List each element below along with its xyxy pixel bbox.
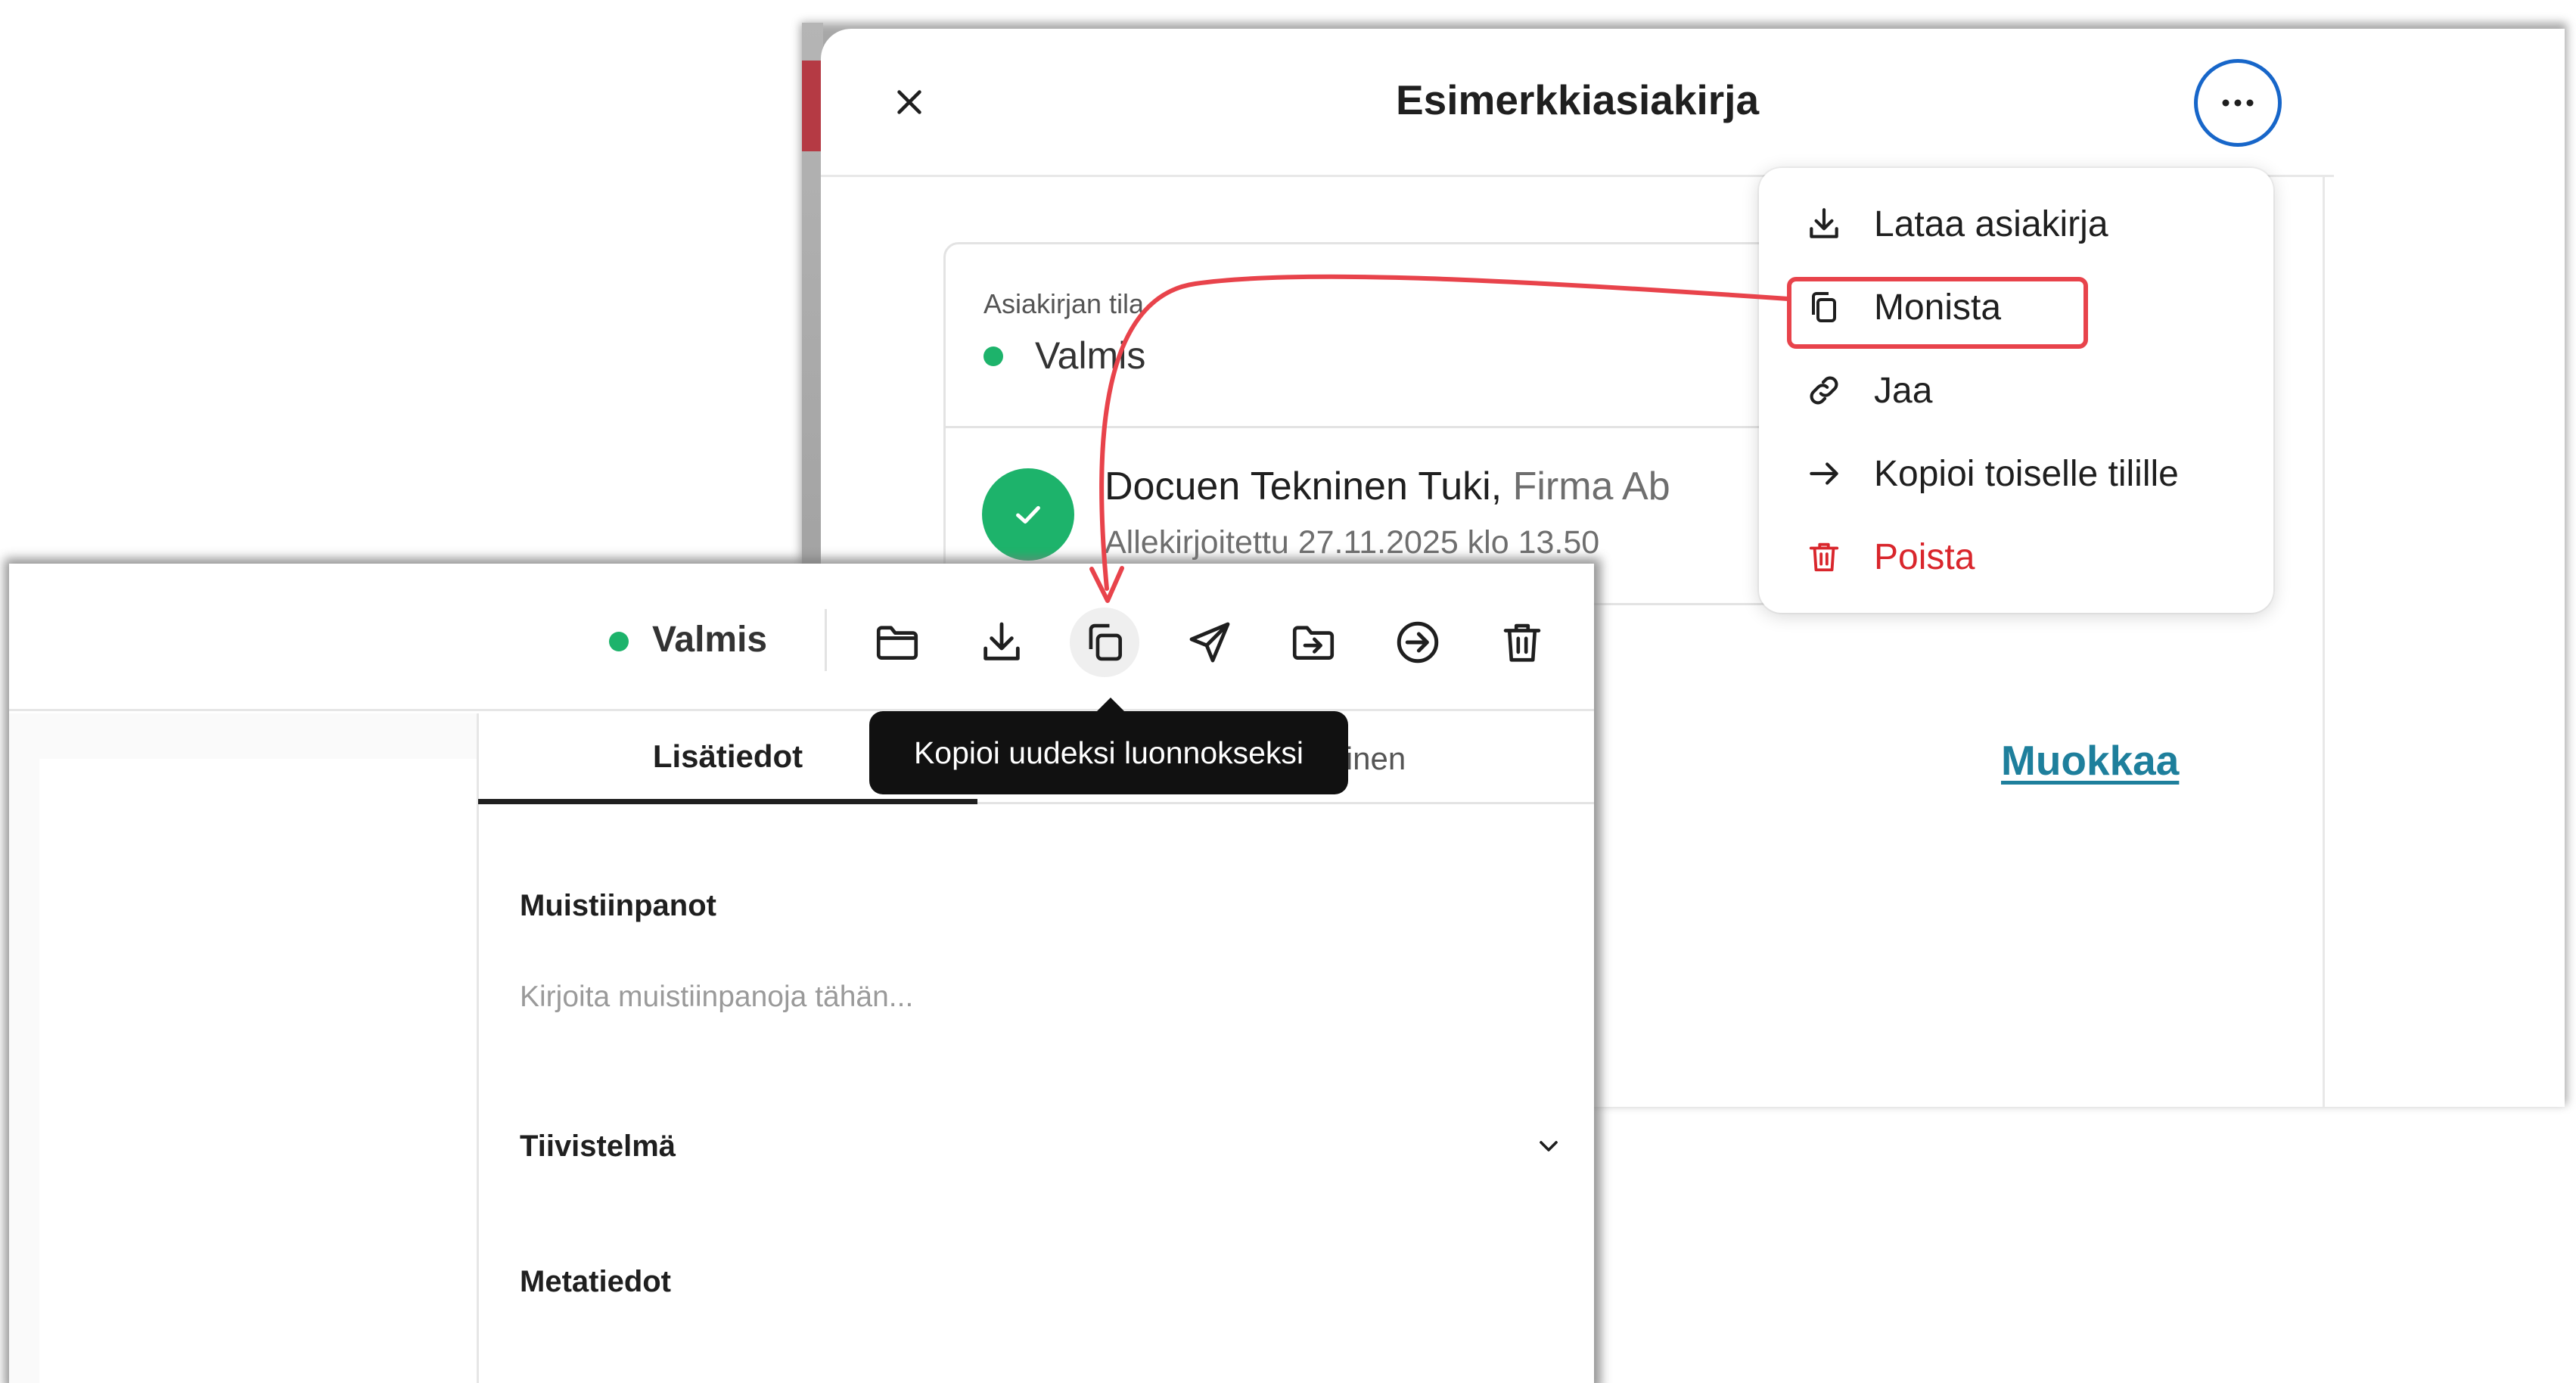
send-icon xyxy=(1189,622,1230,663)
trash-icon xyxy=(1503,623,1541,662)
menu-item-delete[interactable]: Poista xyxy=(1759,519,2273,595)
modal-title: Esimerkkiasiakirja xyxy=(1395,76,1760,123)
summary-title[interactable]: Tiivistelmä xyxy=(520,1130,676,1164)
menu-item-label: Jaa xyxy=(1874,370,1933,411)
menu-item-label: Kopioi toiselle tilille xyxy=(1874,453,2179,494)
signed-check-badge xyxy=(982,468,1074,561)
modal-column-divider xyxy=(2323,177,2325,1107)
signed-timestamp: Allekirjoitettu 27.11.2025 klo 13.50 xyxy=(1105,524,1600,561)
arrow-right-icon xyxy=(1803,452,1845,495)
signer-person: Docuen Tekninen Tuki, xyxy=(1105,465,1502,508)
background-page-sliver xyxy=(802,23,823,567)
menu-item-share[interactable]: Jaa xyxy=(1759,353,2273,428)
menu-item-label: Poista xyxy=(1874,536,1975,577)
trash-icon xyxy=(1803,536,1845,578)
summary-expand-button[interactable] xyxy=(1530,1127,1568,1165)
toolbar-separator xyxy=(825,609,827,671)
more-dots-icon xyxy=(2222,99,2254,107)
link-icon xyxy=(1803,369,1845,412)
check-icon xyxy=(1016,505,1040,524)
status-value: Valmis xyxy=(1035,334,1146,377)
status-dot xyxy=(609,632,629,651)
panel-divider xyxy=(477,713,479,1383)
copy-as-draft-button[interactable] xyxy=(1070,608,1139,677)
duplicate-icon xyxy=(1089,623,1122,661)
document-status-card: Asiakirjan tila Valmis Docuen Tekninen T… xyxy=(943,242,1776,605)
card-divider xyxy=(946,426,1773,428)
tooltip-arrow xyxy=(1095,698,1126,713)
download-button[interactable] xyxy=(967,608,1036,677)
chevron-down-icon xyxy=(1540,1141,1558,1151)
status-dot xyxy=(983,347,1003,366)
notes-input[interactable] xyxy=(520,971,1503,1024)
copy-to-account-button[interactable] xyxy=(1383,608,1453,677)
edit-link[interactable]: Muokkaa xyxy=(2001,736,2179,785)
move-button[interactable] xyxy=(1279,608,1348,677)
menu-item-download[interactable]: Lataa asiakirja xyxy=(1759,186,2273,262)
folder-icon xyxy=(876,626,918,660)
more-options-button[interactable] xyxy=(2194,59,2282,147)
annotation-highlight-box xyxy=(1787,277,2088,349)
metadata-title: Metatiedot xyxy=(520,1265,671,1298)
arrow-circle-right-icon xyxy=(1397,621,1439,664)
copy-as-draft-tooltip: Kopioi uudeksi luonnokseksi xyxy=(869,711,1348,794)
signer-name: Docuen Tekninen Tuki, Firma Ab xyxy=(1105,464,1670,509)
toolbar-status: Valmis xyxy=(652,620,768,660)
move-to-folder-button[interactable] xyxy=(862,608,932,677)
signer-company: Firma Ab xyxy=(1512,465,1670,508)
menu-item-label: Lataa asiakirja xyxy=(1874,204,2108,244)
notes-title: Muistiinpanot xyxy=(520,889,716,922)
download-icon xyxy=(983,622,1020,660)
document-preview-area xyxy=(9,713,478,1383)
folder-move-icon xyxy=(1292,626,1335,660)
status-label: Asiakirjan tila xyxy=(983,288,1145,319)
document-side-panel: Valmis Lisätiedot Allekirjoittaminen Mui… xyxy=(9,564,1594,1383)
menu-item-copy-to-account[interactable]: Kopioi toiselle tilille xyxy=(1759,436,2273,511)
more-options-menu: Lataa asiakirja Monista Jaa Kopioi toise… xyxy=(1759,168,2273,613)
send-button[interactable] xyxy=(1175,608,1244,677)
modal-header: Esimerkkiasiakirja xyxy=(821,29,2334,177)
delete-button[interactable] xyxy=(1487,608,1557,677)
document-toolbar: Valmis xyxy=(9,564,1594,711)
download-icon xyxy=(1803,203,1845,245)
